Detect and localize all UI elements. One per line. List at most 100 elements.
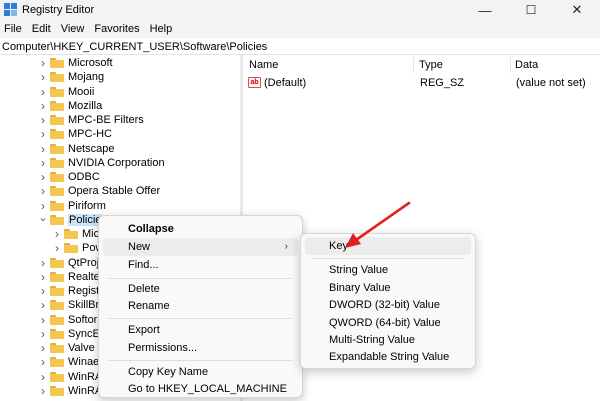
menu-item-label: Collapse — [128, 223, 174, 235]
chevron-right-icon[interactable]: › — [38, 370, 48, 384]
folder-icon — [64, 229, 78, 239]
menu-item-permissions[interactable]: Permissions... — [99, 339, 302, 357]
menu-item-label: Binary Value — [329, 282, 391, 294]
folder-icon — [50, 286, 64, 296]
chevron-right-icon[interactable]: › — [38, 313, 48, 327]
tree-item[interactable]: › Winaer — [38, 355, 103, 369]
close-button[interactable]: ✕ — [554, 0, 600, 20]
tree-item[interactable]: › Mooii — [38, 85, 94, 99]
menu-item-copy-key-name[interactable]: Copy Key Name — [99, 363, 302, 381]
menu-item-label: Copy Key Name — [128, 366, 209, 378]
chevron-right-icon[interactable]: › — [38, 298, 48, 312]
tree-item[interactable]: › Mojang — [38, 70, 104, 84]
tree-item[interactable]: › QtProje — [38, 256, 105, 270]
tree-item[interactable]: › WinRA — [38, 370, 102, 384]
folder-icon — [50, 58, 64, 68]
context-menu: Collapse New › Find... Delete Rename Expo… — [98, 215, 303, 398]
tree-item[interactable]: › Piriform — [38, 199, 106, 213]
tree-item[interactable]: › SyncEn — [38, 327, 106, 341]
folder-icon — [50, 186, 64, 197]
chevron-right-icon[interactable]: › — [52, 241, 62, 255]
tree-item[interactable]: › ODBC — [38, 170, 100, 184]
menu-item-label: New — [128, 241, 151, 253]
menu-item-binary-value[interactable]: Binary Value — [301, 279, 475, 297]
chevron-right-icon[interactable]: › — [38, 56, 48, 70]
minimize-button[interactable]: — — [462, 0, 508, 20]
chevron-right-icon[interactable]: › — [38, 256, 48, 270]
chevron-right-icon[interactable]: › — [38, 341, 48, 355]
menu-divider — [109, 318, 292, 319]
tree-item[interactable]: › WinRA — [38, 384, 102, 398]
menu-view[interactable]: View — [57, 20, 91, 38]
menu-item-find[interactable]: Find... — [99, 256, 302, 274]
menu-item-qword-value[interactable]: QWORD (64-bit) Value — [301, 314, 475, 332]
chevron-right-icon[interactable]: › — [38, 99, 48, 113]
menu-favorites[interactable]: Favorites — [90, 20, 145, 38]
menu-item-dword-value[interactable]: DWORD (32-bit) Value — [301, 296, 475, 314]
chevron-right-icon[interactable]: › — [38, 85, 48, 99]
menu-divider — [109, 278, 292, 279]
tree-item[interactable]: › MPC-HC — [38, 127, 112, 141]
tree-item[interactable]: › MPC-BE Filters — [38, 113, 144, 127]
chevron-right-icon[interactable]: › — [38, 355, 48, 369]
tree-item[interactable]: › Microsoft — [38, 56, 113, 70]
chevron-right-icon[interactable]: › — [38, 70, 48, 84]
folder-icon — [50, 357, 64, 368]
chevron-right-icon[interactable]: › — [38, 270, 48, 284]
menu-item-string-value[interactable]: String Value — [301, 261, 475, 279]
column-header-name[interactable]: Name — [249, 59, 278, 71]
tree-item[interactable]: › Valve — [38, 341, 95, 355]
chevron-right-icon[interactable]: › — [38, 142, 48, 156]
menu-item-delete[interactable]: Delete — [99, 280, 302, 298]
menu-edit[interactable]: Edit — [28, 20, 57, 38]
folder-icon — [50, 300, 64, 311]
menu-item-rename[interactable]: Rename — [99, 297, 302, 315]
chevron-right-icon[interactable]: › — [38, 284, 48, 298]
chevron-right-icon[interactable]: › — [38, 184, 48, 198]
tree-item[interactable]: › SkillBra — [38, 298, 105, 312]
maximize-button[interactable]: ☐ — [508, 0, 554, 20]
address-bar[interactable]: Computer\HKEY_CURRENT_USER\Software\Poli… — [0, 38, 600, 55]
menu-item-export[interactable]: Export — [99, 321, 302, 339]
column-divider[interactable] — [510, 57, 511, 73]
tree-item[interactable]: › Mic — [52, 227, 99, 241]
folder-icon — [50, 157, 64, 168]
menu-help[interactable]: Help — [146, 20, 179, 38]
menu-item-collapse[interactable]: Collapse — [99, 220, 302, 238]
chevron-right-icon[interactable]: › — [38, 384, 48, 398]
chevron-right-icon[interactable]: › — [38, 170, 48, 184]
tree-item-label: Netscape — [68, 142, 115, 155]
menu-item-new[interactable]: New › — [103, 238, 298, 256]
chevron-right-icon[interactable]: › — [38, 127, 48, 141]
menu-item-label: Multi-String Value — [329, 334, 415, 346]
tree-item[interactable]: › Opera Stable Offer — [38, 184, 160, 198]
chevron-right-icon[interactable]: › — [52, 227, 62, 241]
tree-item[interactable]: › Softori — [38, 313, 100, 327]
tree-item[interactable]: › Mozilla — [38, 99, 102, 113]
value-data: (value not set) — [516, 77, 586, 89]
tree-item-label: ODBC — [68, 171, 100, 183]
tree-item[interactable]: › Pow — [52, 241, 103, 255]
tree-item[interactable]: ⌄ Policie — [38, 211, 103, 227]
chevron-down-icon[interactable]: ⌄ — [38, 211, 48, 225]
tree-item-label: Opera Stable Offer — [68, 185, 161, 198]
menu-item-expandable-string-value[interactable]: Expandable String Value — [301, 348, 475, 366]
column-divider[interactable] — [413, 57, 414, 73]
tree-item-label: NVIDIA Corporation — [68, 156, 165, 169]
tree-item[interactable]: › Registe — [38, 284, 105, 298]
chevron-right-icon[interactable]: › — [38, 327, 48, 341]
menu-item-multi-string-value[interactable]: Multi-String Value — [301, 331, 475, 349]
tree-item-label: Mic — [82, 228, 100, 240]
value-row[interactable]: ab (Default) REG_SZ (value not set) — [243, 76, 600, 90]
menu-file[interactable]: File — [0, 20, 28, 38]
tree-item[interactable]: › NVIDIA Corporation — [38, 156, 165, 170]
menu-item-new-key[interactable]: Key — [305, 237, 471, 255]
folder-icon — [50, 314, 64, 325]
tree-item[interactable]: › Netscape — [38, 142, 114, 156]
tree-item[interactable]: › Realtek — [38, 270, 105, 284]
column-header-type[interactable]: Type — [419, 59, 443, 71]
menu-item-goto-hklm[interactable]: Go to HKEY_LOCAL_MACHINE — [99, 380, 302, 398]
column-header-data[interactable]: Data — [515, 59, 538, 71]
chevron-right-icon[interactable]: › — [38, 156, 48, 170]
chevron-right-icon[interactable]: › — [38, 113, 48, 127]
